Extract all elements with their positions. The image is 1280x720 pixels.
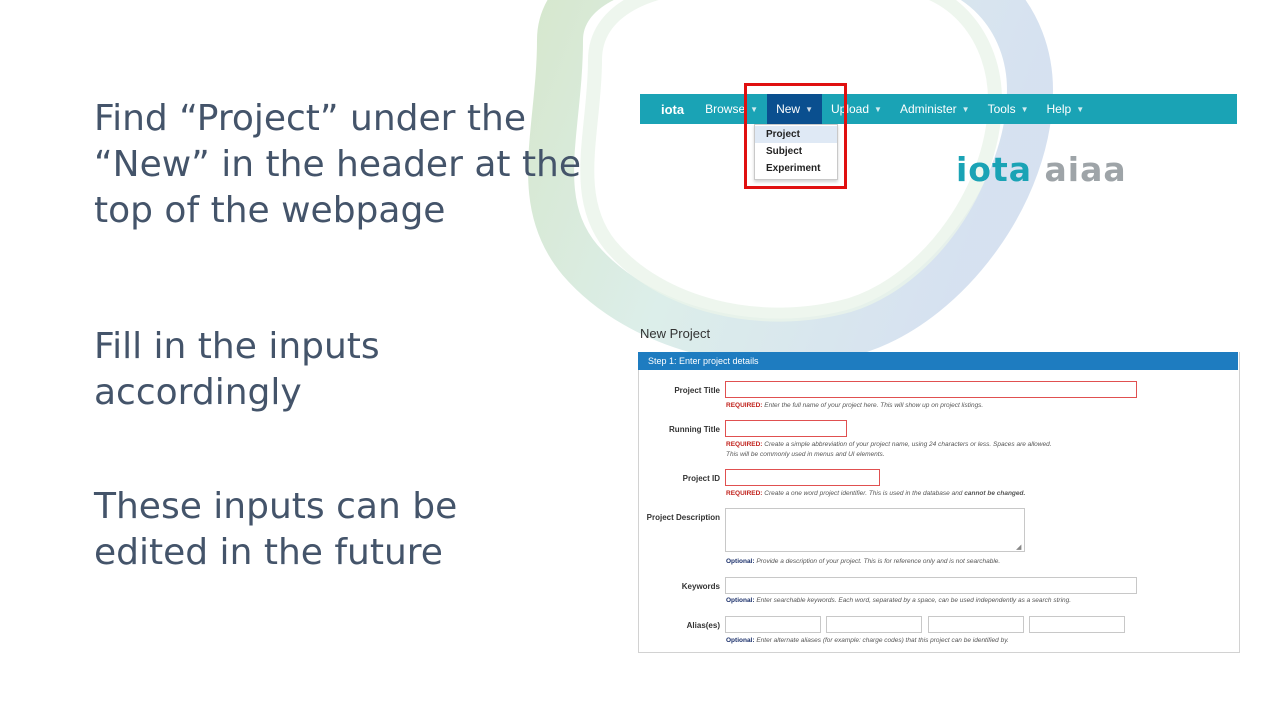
project-description-help: Optional: Provide a description of your … [726,557,1000,567]
optional-tag: Optional: [726,558,755,565]
optional-tag: Optional: [726,597,755,604]
logo-part-aiaa: aiaa [1044,150,1127,189]
required-tag: REQUIRED: [726,490,763,497]
keywords-help: Optional: Enter searchable keywords. Eac… [726,596,1071,606]
chevron-down-icon: ▼ [1076,104,1085,114]
nav-item-help[interactable]: Help ▼ [1038,94,1094,124]
keywords-help-text: Enter searchable keywords. Each word, se… [756,597,1072,604]
instruction-find-project: Find “Project” under the “New” in the he… [94,98,582,231]
required-tag: REQUIRED: [726,441,763,448]
project-description-label: Project Description [646,513,720,522]
running-title-label: Running Title [669,425,720,434]
aliases-help: Optional: Enter alternate aliases (for e… [726,636,1009,646]
alias-input-3[interactable] [928,616,1024,633]
navbar-brand[interactable]: iota [640,102,696,117]
project-title-label: Project Title [674,386,720,395]
chevron-down-icon: ▼ [961,104,970,114]
project-id-label: Project ID [682,474,720,483]
page-title: New Project [640,326,711,341]
project-id-help: REQUIRED: Create a one word project iden… [726,489,1025,499]
instruction-editable-note: These inputs can be edited in the future [94,486,458,573]
project-id-help-text: Create a one word project identifier. Th… [764,490,963,497]
project-description-textarea[interactable] [725,508,1025,552]
optional-tag: Optional: [726,637,755,644]
nav-item-tools[interactable]: Tools ▼ [979,94,1038,124]
running-title-help: REQUIRED: Create a simple abbreviation o… [726,440,1052,450]
resize-handle-icon[interactable]: ◢ [1016,543,1021,551]
project-title-input[interactable] [725,381,1137,398]
nav-item-help-label: Help [1046,102,1072,116]
keywords-label: Keywords [681,582,720,591]
project-id-help-emphasis: cannot be changed. [964,490,1026,497]
alias-input-4[interactable] [1029,616,1125,633]
aliases-label: Alias(es) [686,621,720,630]
iota-aiaa-logo: iota aiaa [956,150,1127,189]
nav-item-administer-label: Administer [899,102,957,116]
logo-part-iota: iota [956,150,1033,189]
nav-item-tools-label: Tools [987,102,1016,116]
red-highlight-annotation [744,83,847,189]
nav-item-administer[interactable]: Administer ▼ [891,94,979,124]
alias-input-1[interactable] [725,616,821,633]
project-id-input[interactable] [725,469,880,486]
step-header: Step 1: Enter project details [638,352,1238,370]
instruction-fill-inputs: Fill in the inputs accordingly [94,326,380,413]
keywords-input[interactable] [725,577,1137,594]
app-navbar: iota Browse ▼ New ▼ Upload ▼ Administer ▼ To… [640,94,1237,124]
project-title-help-text: Enter the full name of your project here… [764,402,984,409]
running-title-help-line2: This will be commonly used in menus and … [726,451,885,458]
project-title-help: REQUIRED: Enter the full name of your pr… [726,401,983,411]
running-title-help-text: Create a simple abbreviation of your pro… [764,441,1052,448]
chevron-down-icon: ▼ [1020,104,1029,114]
alias-input-2[interactable] [826,616,922,633]
required-tag: REQUIRED: [726,402,763,409]
project-description-help-text: Provide a description of your project. T… [756,558,1001,565]
chevron-down-icon: ▼ [874,104,882,114]
running-title-input[interactable] [725,420,847,437]
aliases-help-text: Enter alternate aliases (for example: ch… [756,637,1009,644]
nav-item-browse-label: Browse [705,102,746,116]
